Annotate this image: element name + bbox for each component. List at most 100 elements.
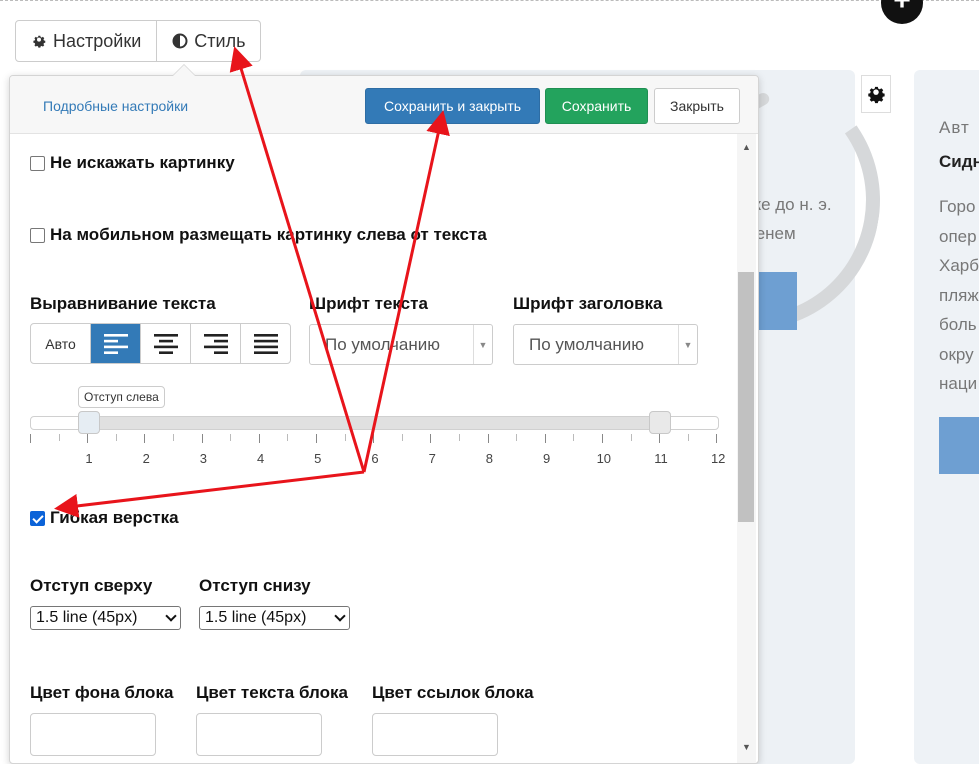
chevron-down-icon: ▼ bbox=[678, 325, 697, 364]
background-side-name: Сидн bbox=[939, 152, 979, 171]
padding-top-value: 1.5 line (45px) bbox=[36, 609, 138, 626]
flexible-layout-option[interactable]: Гибкая верстка bbox=[30, 508, 179, 528]
tab-settings[interactable]: Настройки bbox=[16, 21, 156, 61]
slider-tick-label: 9 bbox=[542, 451, 551, 466]
slider-tick-label: 6 bbox=[371, 451, 379, 466]
slider-tick-label: 5 bbox=[314, 451, 322, 466]
align-left-button[interactable] bbox=[90, 324, 140, 363]
tab-settings-label: Настройки bbox=[53, 30, 142, 51]
gear-icon bbox=[868, 86, 885, 104]
font-heading-value: По умолчанию bbox=[529, 334, 644, 354]
link-color-input[interactable] bbox=[372, 713, 498, 756]
padding-bottom-select[interactable]: 1.5 line (45px) bbox=[199, 606, 350, 630]
slider-tick bbox=[573, 434, 575, 441]
save-and-close-button[interactable]: Сохранить и закрыть bbox=[365, 88, 540, 124]
slider-tick-label: 11 bbox=[654, 451, 668, 466]
close-button[interactable]: Закрыть bbox=[654, 88, 740, 124]
padding-top-select[interactable]: 1.5 line (45px) bbox=[30, 606, 181, 630]
slider-tick bbox=[87, 434, 89, 443]
bg-color-label: Цвет фона блока bbox=[30, 683, 174, 702]
slider-tick bbox=[30, 434, 31, 443]
slider-tick-label: 10 bbox=[596, 451, 612, 466]
align-justify-button[interactable] bbox=[240, 324, 290, 363]
mobile-left-option[interactable]: На мобильном размещать картинку слева от… bbox=[30, 225, 487, 245]
scroll-up-icon[interactable]: ▲ bbox=[742, 142, 751, 152]
slider-ticks bbox=[30, 434, 720, 444]
slider-tick bbox=[602, 434, 603, 443]
slider-tick bbox=[459, 434, 460, 441]
align-center-button[interactable] bbox=[140, 324, 190, 363]
slider-handle-left[interactable] bbox=[78, 411, 100, 434]
panel-header: Подробные настройки Сохранить и закрыть … bbox=[10, 76, 758, 134]
gear-icon bbox=[33, 35, 46, 48]
no-distort-option[interactable]: Не искажать картинку bbox=[30, 153, 235, 173]
font-heading-select[interactable]: По умолчанию ▼ bbox=[513, 324, 698, 365]
slider-tick bbox=[287, 434, 289, 441]
slider-tick bbox=[173, 434, 174, 441]
slider-tick-label: 1 bbox=[85, 451, 93, 466]
font-text-value: По умолчанию bbox=[325, 334, 440, 354]
padding-bottom-value: 1.5 line (45px) bbox=[205, 609, 307, 626]
bg-color-input[interactable] bbox=[30, 713, 156, 756]
text-color-label: Цвет текста блока bbox=[196, 683, 348, 702]
slider-tick-label: 4 bbox=[256, 451, 265, 466]
slider-handle-right[interactable] bbox=[649, 411, 671, 434]
slider-tick bbox=[659, 434, 661, 443]
slider-tick-label: 2 bbox=[142, 451, 150, 466]
slider-tick bbox=[716, 434, 718, 443]
add-block-icon[interactable]: + bbox=[881, 0, 923, 24]
mobile-left-checkbox[interactable] bbox=[30, 227, 45, 243]
slider-tick bbox=[115, 434, 117, 441]
link-color-label: Цвет ссылок блока bbox=[372, 683, 534, 702]
scrollbar-thumb[interactable] bbox=[738, 272, 754, 522]
settings-tabs: Настройки Стиль bbox=[15, 20, 262, 62]
background-side-body: Горо опер Харб пляж боль окру наци bbox=[939, 197, 979, 393]
align-center-icon bbox=[153, 333, 178, 354]
background-side-title: Авт bbox=[939, 118, 970, 137]
contrast-icon bbox=[172, 33, 188, 49]
flexible-layout-checkbox[interactable] bbox=[30, 510, 45, 526]
text-align-group: Авто bbox=[30, 323, 291, 364]
align-right-icon bbox=[203, 333, 228, 354]
chevron-down-icon: ▼ bbox=[473, 325, 492, 364]
slider-tick bbox=[344, 434, 346, 441]
font-text-label: Шрифт текста bbox=[309, 294, 428, 313]
text-align-label: Выравнивание текста bbox=[30, 294, 216, 313]
advanced-settings-link[interactable]: Подробные настройки bbox=[43, 98, 188, 114]
chevron-down-icon bbox=[334, 610, 346, 622]
slider-tick bbox=[401, 434, 403, 441]
font-text-select[interactable]: По умолчанию ▼ bbox=[309, 324, 493, 365]
no-distort-label: Не искажать картинку bbox=[50, 153, 235, 172]
slider-tick bbox=[487, 434, 489, 443]
block-settings-button[interactable] bbox=[861, 75, 891, 113]
slider-tick bbox=[316, 434, 317, 443]
padding-top-label: Отступ сверху bbox=[30, 576, 153, 595]
save-button[interactable]: Сохранить bbox=[545, 88, 648, 124]
align-left-icon bbox=[103, 333, 128, 354]
slider-tick bbox=[630, 434, 632, 441]
align-auto-button[interactable]: Авто bbox=[31, 324, 90, 363]
slider-tick bbox=[144, 434, 146, 443]
slider-tick bbox=[516, 434, 518, 441]
slider-tick-label: 8 bbox=[485, 451, 493, 466]
chevron-down-icon bbox=[165, 610, 177, 622]
align-right-button[interactable] bbox=[190, 324, 240, 363]
slider-tick bbox=[258, 434, 260, 443]
font-heading-label: Шрифт заголовка bbox=[513, 294, 663, 313]
style-settings-panel: Подробные настройки Сохранить и закрыть … bbox=[9, 75, 759, 764]
slider-tooltip: Отступ слева bbox=[78, 386, 165, 408]
no-distort-checkbox[interactable] bbox=[30, 155, 45, 171]
slider-tick bbox=[58, 434, 60, 441]
tab-style-label: Стиль bbox=[194, 30, 246, 51]
scroll-down-icon[interactable]: ▼ bbox=[742, 742, 751, 752]
slider-tick bbox=[544, 434, 546, 443]
padding-bottom-label: Отступ снизу bbox=[199, 576, 311, 595]
slider-tick bbox=[201, 434, 203, 443]
text-color-input[interactable] bbox=[196, 713, 322, 756]
page-top-border bbox=[0, 0, 979, 1]
background-side-button[interactable] bbox=[939, 417, 979, 474]
tab-style[interactable]: Стиль bbox=[156, 21, 260, 61]
slider-tick-label: 3 bbox=[199, 451, 207, 466]
slider-tick bbox=[687, 434, 689, 441]
slider-tick-label: 7 bbox=[428, 451, 436, 466]
